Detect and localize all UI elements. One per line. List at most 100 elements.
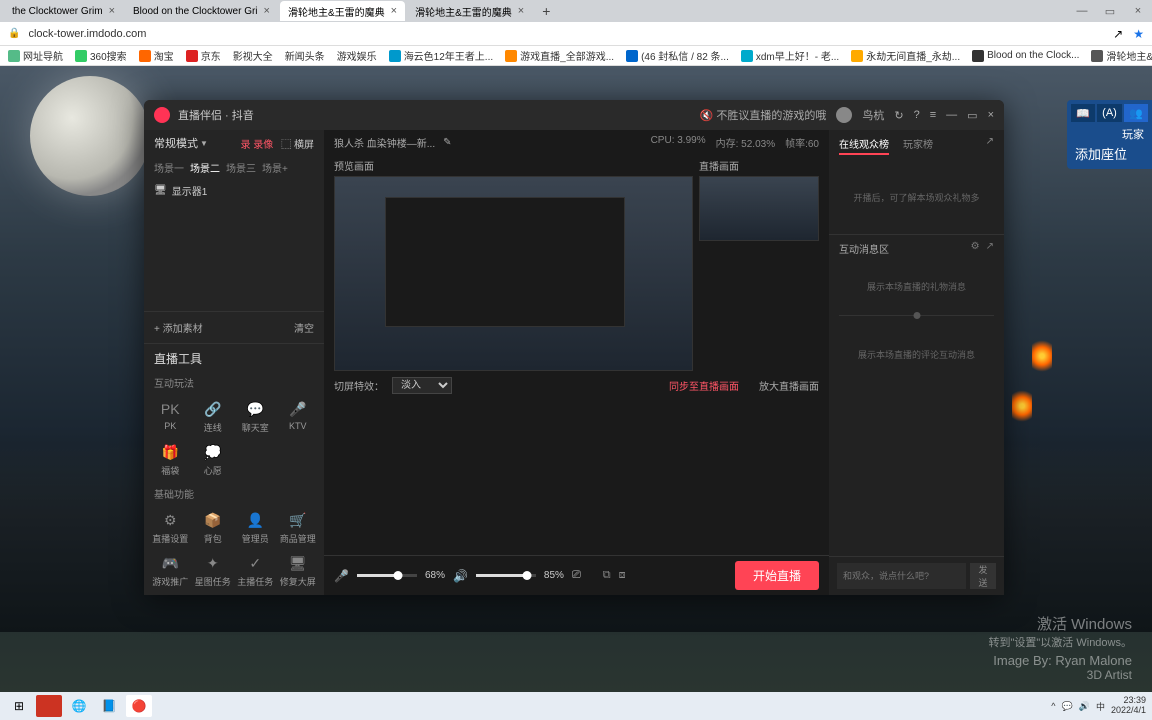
refresh-icon[interactable]: ↻ (894, 109, 903, 122)
tool-connect[interactable]: 🔗连线 (193, 396, 234, 437)
browser-tab[interactable]: 滑轮地主&王雷的魔典× (407, 1, 532, 21)
taskbar-app-active[interactable]: 🔴 (126, 695, 152, 717)
tool-tasks[interactable]: ✓主播任务 (235, 550, 276, 591)
help-icon[interactable]: ? (914, 109, 920, 121)
tool-ktv[interactable]: 🎤KTV (278, 396, 319, 437)
close-icon[interactable]: × (1124, 5, 1152, 18)
tool-wish[interactable]: 💭心愿 (193, 439, 234, 480)
lock-icon[interactable]: 🔒 (8, 28, 20, 39)
zoom-button[interactable]: 放大直播画面 (759, 378, 819, 393)
tool-goods[interactable]: 🛒商品管理 (278, 507, 319, 548)
mic-slider[interactable] (357, 574, 417, 577)
add-seat-label[interactable]: 添加座位 (1071, 142, 1148, 165)
tool-chat[interactable]: 💬聊天室 (235, 396, 276, 437)
maximize-icon[interactable]: ▭ (1096, 5, 1124, 18)
layout-icon[interactable]: ⧉ (603, 569, 611, 582)
menu-icon[interactable]: ≡ (930, 109, 936, 121)
bookmark-item[interactable]: Blood on the Clock... (972, 50, 1079, 62)
chevron-up-icon[interactable]: ^ (1051, 701, 1055, 711)
pencil-icon[interactable]: ✎ (443, 137, 451, 148)
share-icon[interactable]: ↗ (1113, 27, 1123, 41)
mixer-icon[interactable]: ⎚ (572, 569, 581, 582)
bookmark-item[interactable]: (46 封私信 / 82 条... (626, 48, 729, 63)
bookmark-item[interactable]: 游戏直播_全部游戏... (505, 48, 614, 63)
tool-pk[interactable]: PKPK (150, 396, 191, 437)
tool-settings[interactable]: ⚙直播设置 (150, 507, 191, 548)
orientation-chip[interactable]: ⬚ 横屏 (281, 136, 314, 151)
browser-tab[interactable]: Blood on the Clocktower Gri× (125, 1, 278, 21)
popout-icon[interactable]: ↗ (986, 241, 994, 256)
taskbar-app[interactable]: 📘 (96, 695, 122, 717)
bookmark-item[interactable]: 淘宝 (139, 48, 174, 63)
browser-tab[interactable]: the Clocktower Grim× (4, 1, 123, 21)
close-icon[interactable]: × (264, 5, 270, 17)
taskbar-app[interactable] (36, 695, 62, 717)
players-widget[interactable]: 📖 (A) 👥 玩家 添加座位 (1067, 100, 1152, 169)
players-icon[interactable]: 👥 (1124, 104, 1148, 122)
clear-button[interactable]: 清空 (294, 320, 314, 335)
bookmark-item[interactable]: 游戏娱乐 (337, 48, 377, 63)
signal-icon[interactable]: (A) (1097, 104, 1121, 122)
tab-players[interactable]: 玩家榜 (903, 136, 933, 155)
mode-selector[interactable]: 常规模式▼ 录 录像 ⬚ 横屏 (144, 130, 324, 156)
minimize-icon[interactable]: — (1068, 5, 1096, 18)
tool-bag[interactable]: 🎁福袋 (150, 439, 191, 480)
tool-pack[interactable]: 📦背包 (193, 507, 234, 548)
tool-fix[interactable]: 🖥修复大屏 (278, 550, 319, 591)
mic-icon[interactable]: 🎤 (334, 569, 349, 583)
bookmark-item[interactable]: 永劫无间直播_永劫... (851, 48, 960, 63)
speaker-slider[interactable] (476, 574, 536, 577)
start-stream-button[interactable]: 开始直播 (735, 561, 819, 590)
chat-input[interactable] (837, 563, 966, 589)
url-field[interactable]: clock-tower.imdodo.com (28, 28, 1105, 40)
tool-admin[interactable]: 👤管理员 (235, 507, 276, 548)
book-icon[interactable]: 📖 (1071, 104, 1095, 122)
taskbar-chrome[interactable]: 🌐 (66, 695, 92, 717)
live-canvas[interactable] (699, 176, 819, 241)
tool-star[interactable]: ✦星图任务 (193, 550, 234, 591)
browser-tab-active[interactable]: 滑轮地主&王雷的魔典× (280, 1, 405, 21)
ime-icon[interactable]: 中 (1096, 700, 1105, 713)
scene-tab[interactable]: 场景一 (154, 160, 184, 175)
start-button[interactable]: ⊞ (6, 695, 32, 717)
tray-icon[interactable]: 💬 (1062, 701, 1073, 712)
minimize-icon[interactable]: — (946, 109, 957, 121)
popout-icon[interactable]: ↗ (986, 136, 994, 155)
game-name[interactable]: 狼人杀 血染钟楼—新... (334, 135, 435, 150)
divider[interactable] (839, 315, 994, 316)
avatar[interactable] (836, 107, 852, 123)
volume-icon[interactable]: 🔊 (1079, 701, 1090, 712)
clock[interactable]: 23:39 2022/4/1 (1111, 696, 1146, 716)
tab-audience[interactable]: 在线观众榜 (839, 136, 889, 155)
preview-canvas[interactable] (334, 176, 693, 371)
maximize-icon[interactable]: ▭ (967, 109, 977, 122)
bookmark-item[interactable]: 360搜索 (75, 48, 127, 63)
effect-select[interactable]: 淡入 (392, 377, 452, 394)
record-chip[interactable]: 录 录像 (240, 136, 273, 151)
bookmark-item[interactable]: 滑轮地主&王雷的... (1091, 48, 1152, 63)
layout2-icon[interactable]: ⧈ (619, 569, 626, 582)
source-item[interactable]: 🖥 显示器1 (144, 179, 324, 202)
send-button[interactable]: 发送 (970, 563, 996, 589)
bookmark-item[interactable]: 海云色12年王者上... (389, 48, 493, 63)
bookmark-item[interactable]: 网址导航 (8, 48, 63, 63)
bookmark-item[interactable]: xdm早上好！- 老... (741, 48, 839, 63)
speaker-icon[interactable]: 🔊 (453, 569, 468, 583)
tool-game[interactable]: 🎮游戏推广 (150, 550, 191, 591)
new-tab-button[interactable]: + (534, 3, 558, 19)
scene-tab[interactable]: 场景二 (190, 160, 220, 175)
add-source-button[interactable]: + 添加素材 (154, 320, 203, 335)
close-icon[interactable]: × (391, 5, 397, 17)
close-icon[interactable]: × (988, 109, 994, 121)
close-icon[interactable]: × (109, 5, 115, 17)
close-icon[interactable]: × (518, 5, 524, 17)
username[interactable]: 鸟杭 (862, 107, 884, 123)
gear-icon[interactable]: ⚙ (971, 241, 980, 256)
bookmark-item[interactable]: 影视大全 (233, 48, 273, 63)
bookmark-star-icon[interactable]: ★ (1133, 27, 1144, 41)
scene-tab[interactable]: 场景三 (226, 160, 256, 175)
bookmark-item[interactable]: 新闻头条 (285, 48, 325, 63)
scene-tab-add[interactable]: 场景+ (262, 160, 288, 175)
bookmark-item[interactable]: 京东 (186, 48, 221, 63)
sync-button[interactable]: 同步至直播画面 (669, 378, 739, 393)
